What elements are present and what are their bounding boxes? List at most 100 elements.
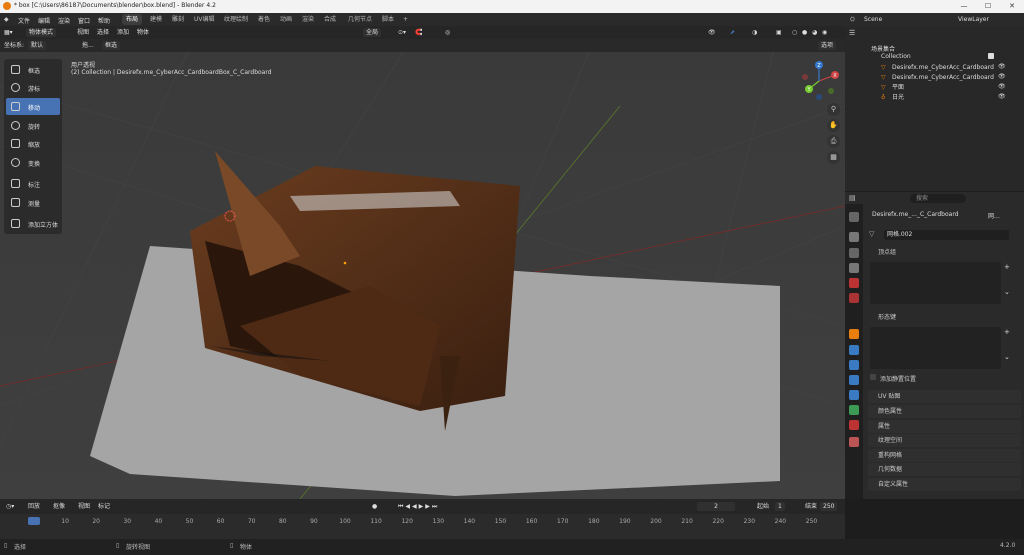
collection-row[interactable]: Collection <box>881 52 911 62</box>
mesh-name-field[interactable]: 网格.002 <box>884 230 1009 240</box>
add-vertex-group-button[interactable]: + <box>1004 263 1010 271</box>
tab-uv[interactable]: UV编辑 <box>190 14 219 25</box>
tool-props-icon[interactable] <box>849 212 859 222</box>
menu-edit[interactable]: 编辑 <box>38 16 50 25</box>
physics-props-icon[interactable] <box>849 375 859 385</box>
visibility-eye-icon[interactable]: 👁 <box>998 93 1006 100</box>
minimize-button[interactable]: — <box>952 1 976 12</box>
section-remesh[interactable]: 重构网格 <box>868 449 1021 462</box>
tab-scripting[interactable]: 脚本 <box>378 14 398 25</box>
end-frame-field[interactable]: 250 <box>820 502 838 511</box>
object-name[interactable]: Desirefx.me_..._C_Cardboard <box>872 211 959 218</box>
wireframe-shading-icon[interactable]: ○ <box>792 28 797 37</box>
pivot-icon[interactable]: ⊙▾ <box>398 28 406 37</box>
section-shape-keys[interactable]: 形态键 <box>868 311 1021 324</box>
section-vertex-groups[interactable]: 顶点组 <box>868 246 1021 259</box>
visibility-eye-icon[interactable]: 👁 <box>998 83 1006 90</box>
tool-move[interactable]: 移动 <box>6 98 60 115</box>
tool-transform[interactable]: 变换 <box>6 154 60 171</box>
menu-add[interactable]: 添加 <box>117 28 129 37</box>
rest-position-checkbox[interactable] <box>870 374 876 380</box>
maximize-button[interactable]: ☐ <box>976 1 1000 12</box>
outliner-item-cardboard-2[interactable]: Desirefx.me_CyberAcc_Cardboard <box>892 73 994 83</box>
add-shape-key-button[interactable]: + <box>1004 328 1010 336</box>
tool-scale[interactable]: 缩放 <box>6 135 60 152</box>
timeline-menu-view[interactable]: 视图 <box>78 502 90 511</box>
tab-animation[interactable]: 动画 <box>276 14 296 25</box>
3d-viewport[interactable] <box>0 26 845 499</box>
tab-texture-paint[interactable]: 纹理绘制 <box>220 14 252 25</box>
outliner-item-cardboard-1[interactable]: Desirefx.me_CyberAcc_Cardboard <box>892 63 994 73</box>
scene-name[interactable]: Scene <box>864 16 882 23</box>
shape-keys-list[interactable] <box>870 327 1001 369</box>
tab-shading[interactable]: 着色 <box>254 14 274 25</box>
collection-checkbox[interactable] <box>988 53 994 59</box>
record-icon[interactable]: ● <box>372 502 377 511</box>
tab-geometry-nodes[interactable]: 几何节点 <box>344 14 376 25</box>
xray-icon[interactable]: ▣ <box>776 28 782 37</box>
vertex-group-menu-icon[interactable]: ⌄ <box>1004 288 1010 296</box>
material-props-icon[interactable] <box>849 420 859 430</box>
menu-select[interactable]: 选择 <box>97 28 109 37</box>
shape-key-menu-icon[interactable]: ⌄ <box>1004 353 1010 361</box>
current-frame-field[interactable]: 2 <box>697 502 735 511</box>
pan-hand-icon[interactable]: ✋ <box>827 119 840 132</box>
close-button[interactable]: ✕ <box>1000 1 1024 12</box>
visibility-eye-icon[interactable]: 👁 <box>998 63 1006 70</box>
menu-help[interactable]: 帮助 <box>98 16 110 25</box>
scene-props-icon[interactable] <box>849 278 859 288</box>
tab-rendering[interactable]: 渲染 <box>298 14 318 25</box>
zoom-icon[interactable]: ⚲ <box>827 103 840 116</box>
object-props-icon[interactable] <box>849 329 859 339</box>
tab-layout[interactable]: 布局 <box>122 14 143 25</box>
menu-window[interactable]: 窗口 <box>78 16 90 25</box>
section-custom-properties[interactable]: 自定义属性 <box>868 478 1021 491</box>
tool-annotate[interactable]: 标注 <box>6 175 60 192</box>
blender-menu-icon[interactable]: ◆ <box>4 16 9 23</box>
tab-modeling[interactable]: 建模 <box>146 14 166 25</box>
outliner-item-sun[interactable]: 日光 <box>892 93 904 103</box>
viewlayer-name[interactable]: ViewLayer <box>958 16 989 23</box>
properties-editor-icon[interactable]: ▤ <box>849 194 856 202</box>
mesh-data-props-icon[interactable] <box>849 405 859 415</box>
tab-sculpt[interactable]: 雕刻 <box>168 14 188 25</box>
add-workspace-button[interactable]: + <box>399 14 412 25</box>
playback-controls[interactable]: ⏮◀◀▶▶⏭ <box>398 502 439 511</box>
select-mode-dropdown[interactable]: 框选 <box>102 41 121 50</box>
constraints-props-icon[interactable] <box>849 390 859 400</box>
timeline-menu-marker[interactable]: 标记 <box>98 502 110 511</box>
menu-render[interactable]: 渲染 <box>58 16 70 25</box>
rendered-shading-icon[interactable]: ◉ <box>822 28 827 37</box>
menu-view[interactable]: 视图 <box>77 28 89 37</box>
world-props-icon[interactable] <box>849 293 859 303</box>
ortho-grid-icon[interactable]: ▦ <box>827 151 840 164</box>
visibility-eye-icon[interactable]: 👁 <box>998 73 1006 80</box>
visibility-icon[interactable]: 👁 <box>708 28 716 37</box>
outliner-item-plane[interactable]: 平面 <box>892 83 904 93</box>
options-dropdown[interactable]: 选项 <box>818 41 837 50</box>
tool-cursor[interactable]: 游标 <box>6 79 60 96</box>
tool-rotate[interactable]: 旋转 <box>6 117 60 134</box>
section-geometry-data[interactable]: 几何数据 <box>868 463 1021 476</box>
particles-props-icon[interactable] <box>849 360 859 370</box>
menu-object[interactable]: 物体 <box>137 28 149 37</box>
camera-view-icon[interactable]: ⎙ <box>827 135 840 148</box>
gizmo-toggle-icon[interactable]: ⬈ <box>730 28 735 37</box>
section-uv-maps[interactable]: UV 贴图 <box>868 390 1021 403</box>
playhead[interactable] <box>28 517 40 525</box>
tool-select-box[interactable]: 框选 <box>6 61 60 78</box>
section-attributes[interactable]: 属性 <box>868 420 1021 433</box>
snap-icon[interactable]: 🧲 <box>415 28 422 37</box>
outliner-editor-icon[interactable]: ☰ <box>849 29 855 37</box>
render-props-icon[interactable] <box>849 232 859 242</box>
tab-compositing[interactable]: 合成 <box>320 14 340 25</box>
tool-measure[interactable]: 测量 <box>6 194 60 211</box>
section-color-attributes[interactable]: 颜色属性 <box>868 405 1021 418</box>
menu-file[interactable]: 文件 <box>18 16 30 25</box>
material-shading-icon[interactable]: ◕ <box>812 28 817 37</box>
properties-search-input[interactable]: 搜索 <box>910 194 966 203</box>
timeline-menu-playback[interactable]: 回放 <box>28 502 40 511</box>
texture-props-icon[interactable] <box>849 437 859 447</box>
modifier-props-icon[interactable] <box>849 345 859 355</box>
start-frame-field[interactable]: 1 <box>775 502 785 511</box>
